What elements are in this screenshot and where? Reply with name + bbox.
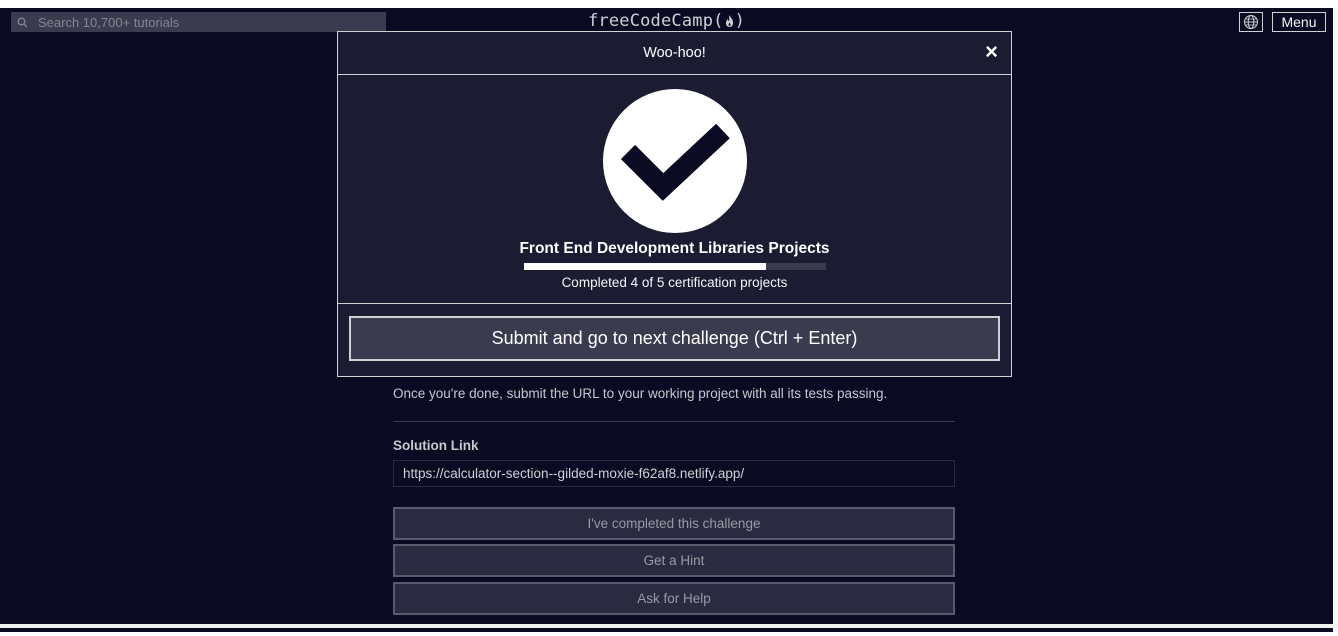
- fcc-logo[interactable]: freeCodeCamp( ): [0, 11, 1333, 31]
- menu-button[interactable]: Menu: [1272, 12, 1326, 32]
- modal-header: Woo-hoo! ×: [338, 32, 1011, 75]
- completed-challenge-button[interactable]: I've completed this challenge: [393, 507, 955, 540]
- close-icon[interactable]: ×: [985, 41, 998, 63]
- success-check-icon: [603, 89, 747, 233]
- logo-text: freeCodeCamp(: [587, 11, 724, 31]
- ask-for-help-button[interactable]: Ask for Help: [393, 582, 955, 615]
- modal-body: Front End Development Libraries Projects…: [338, 75, 1011, 304]
- instructions-text: Once you're done, submit the URL to your…: [393, 386, 888, 401]
- progress-text: Completed 4 of 5 certification projects: [561, 275, 788, 290]
- divider: [393, 421, 955, 422]
- globe-icon: [1244, 15, 1258, 29]
- modal-title: Woo-hoo!: [643, 45, 706, 61]
- solution-link-label: Solution Link: [393, 438, 479, 453]
- progress-fill: [524, 263, 766, 270]
- page: Search 10,700+ tutorials freeCodeCamp( ): [0, 8, 1338, 632]
- completion-modal: Woo-hoo! × Front End Development Librari…: [337, 31, 1012, 377]
- get-hint-button[interactable]: Get a Hint: [393, 544, 955, 577]
- bottom-edge: [0, 624, 1338, 628]
- language-button[interactable]: [1239, 12, 1263, 32]
- certification-title: Front End Development Libraries Projects: [519, 240, 830, 257]
- solution-link-input[interactable]: https://calculator-section--gilded-moxie…: [393, 460, 955, 487]
- scrollbar-track[interactable]: [1333, 8, 1338, 632]
- flame-icon: [725, 15, 733, 27]
- logo-text-end: ): [734, 11, 746, 31]
- submit-next-challenge-button[interactable]: Submit and go to next challenge (Ctrl + …: [349, 316, 1000, 361]
- certification-progress-bar: [524, 263, 826, 270]
